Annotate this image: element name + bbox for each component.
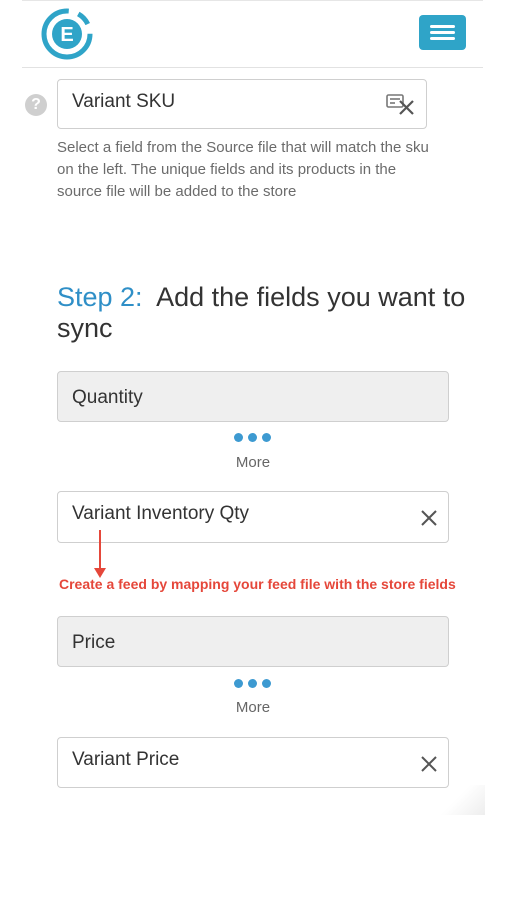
source-field-value: Variant Inventory Qty <box>72 503 250 524</box>
help-icon[interactable]: ? <box>25 94 47 116</box>
source-match-value: Variant SKU <box>72 91 176 112</box>
source-field-select-price[interactable]: Variant Price <box>57 737 449 788</box>
close-icon[interactable] <box>420 509 438 527</box>
page: E ? Variant SKU Select a field from the … <box>0 0 506 900</box>
close-icon[interactable] <box>420 755 438 773</box>
clear-field-icon[interactable] <box>386 92 416 116</box>
hamburger-icon-line <box>430 37 455 40</box>
more-link[interactable]: More <box>223 454 283 471</box>
more-link[interactable]: More <box>223 699 283 716</box>
store-field-label: Quantity <box>72 387 143 408</box>
menu-button[interactable] <box>419 15 466 50</box>
source-match-select[interactable]: Variant SKU <box>57 79 427 129</box>
step-2-heading: Step 2: Add the fields you want to sync <box>57 282 477 344</box>
annotation-text: Create a feed by mapping your feed file … <box>59 576 456 592</box>
page-corner-shadow <box>440 785 485 815</box>
source-field-select-quantity[interactable]: Variant Inventory Qty <box>57 491 449 543</box>
store-field-quantity: Quantity <box>57 371 449 422</box>
source-field-value: Variant Price <box>72 749 180 770</box>
store-field-label: Price <box>72 632 116 653</box>
more-dots-icon[interactable] <box>234 433 274 443</box>
step-label: Step 2: <box>57 282 143 312</box>
app-logo[interactable]: E <box>39 6 95 62</box>
hamburger-icon <box>430 25 455 28</box>
logo-letter: E <box>60 24 73 46</box>
source-match-help-text: Select a field from the Source file that… <box>57 139 429 200</box>
hamburger-icon-line <box>430 31 455 34</box>
store-field-price: Price <box>57 616 449 667</box>
more-dots-icon[interactable] <box>234 679 274 689</box>
annotation-arrow-icon <box>94 530 106 578</box>
